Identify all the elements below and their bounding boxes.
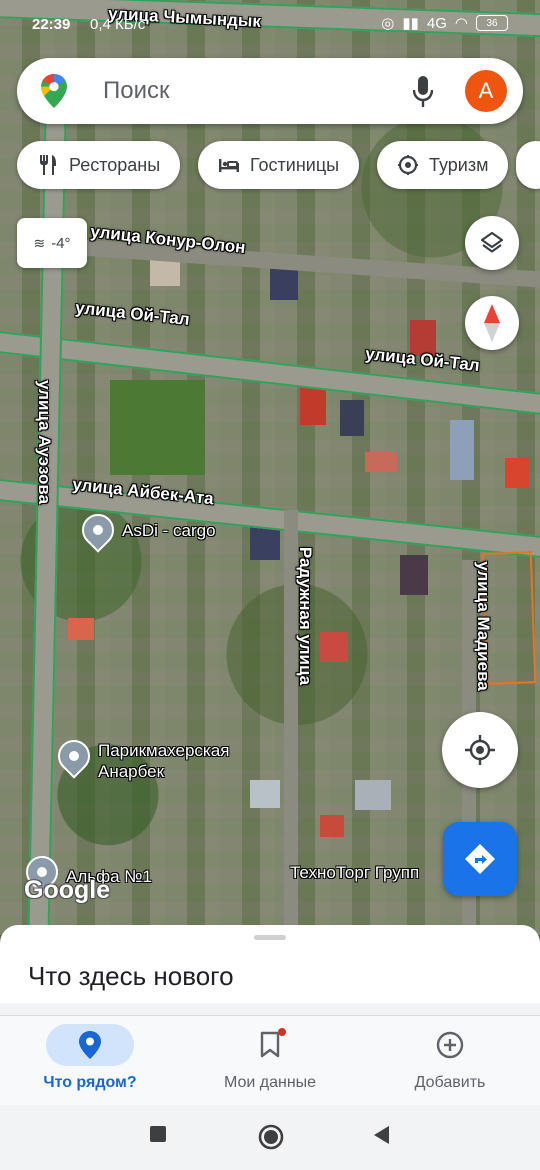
hotel-icon [219, 159, 239, 172]
roof [365, 452, 397, 472]
divider [0, 1003, 540, 1015]
place-pin-icon [51, 733, 97, 779]
bottom-sheet[interactable]: Что здесь нового [0, 925, 540, 1015]
chip-tourism[interactable]: Туризм [377, 141, 509, 189]
notification-dot [278, 1028, 286, 1036]
attraction-icon [398, 155, 418, 175]
battery-icon: 36 [476, 15, 508, 31]
sheet-title: Что здесь нового [28, 961, 234, 991]
compass-icon [484, 304, 500, 342]
status-network: 4G [426, 14, 447, 32]
search-bar[interactable]: Поиск А [17, 58, 523, 124]
back-icon[interactable] [372, 1125, 390, 1145]
roof [505, 458, 529, 488]
search-input[interactable]: Поиск [103, 77, 170, 105]
microphone-icon[interactable] [413, 76, 433, 108]
place-barbershop[interactable]: Парикмахерская Анарбек [51, 733, 258, 782]
street-label: Радужная улица [296, 546, 316, 686]
nav-pill [406, 1024, 494, 1066]
roof [340, 400, 364, 436]
recents-icon[interactable] [149, 1125, 167, 1143]
street-label: улица Мадиева [473, 561, 493, 691]
home-icon[interactable] [258, 1124, 284, 1150]
directions-button[interactable] [443, 822, 517, 896]
nav-pill [226, 1024, 314, 1066]
roof [320, 815, 344, 837]
place-label: AsDi - cargo [122, 521, 216, 540]
bookmark-icon [260, 1031, 280, 1058]
nav-contribute[interactable]: Добавить [360, 1016, 540, 1106]
account-avatar[interactable]: А [465, 70, 507, 112]
roof [355, 780, 391, 810]
signal-icon: ▮▮ [402, 15, 419, 32]
weather-temp: -4° [51, 234, 71, 252]
bottom-navigation: Что рядом? Мои данные Добавить [0, 1015, 540, 1106]
place-technotorg[interactable]: ТехноТорг Групп [290, 862, 419, 883]
nav-explore[interactable]: Что рядом? [0, 1016, 180, 1106]
place-label: Парикмахерская Анарбек [98, 741, 230, 781]
explore-pin-icon [79, 1031, 101, 1059]
nav-label: Добавить [414, 1074, 486, 1091]
roof [400, 555, 428, 595]
chip-restaurants[interactable]: Рестораны [17, 141, 181, 189]
weather-chip[interactable]: ≋ -4° [17, 218, 87, 268]
roof [250, 780, 280, 808]
place-pin-icon [75, 507, 121, 553]
chip-label: Гостиницы [250, 154, 340, 175]
nav-pill [46, 1024, 134, 1066]
place-label: ТехноТорг Групп [290, 863, 420, 882]
nav-label: Что рядом? [43, 1074, 137, 1091]
compass-button[interactable] [465, 296, 519, 350]
restaurant-icon [40, 155, 56, 175]
chip-label: Туризм [429, 154, 489, 175]
system-navigation-bar [0, 1105, 540, 1170]
sheet-drag-handle[interactable] [254, 935, 286, 940]
nav-label: Мои данные [223, 1074, 317, 1091]
roof [450, 420, 474, 480]
wifi-icon: ◠ [454, 15, 468, 32]
google-attribution-logo: Google [24, 876, 111, 904]
status-net-speed: 0,4 КБ/с [90, 16, 146, 33]
nav-saved[interactable]: Мои данные [180, 1016, 360, 1106]
chip-hotels[interactable]: Гостиницы [198, 141, 360, 189]
roof [320, 632, 348, 662]
roof [150, 260, 180, 286]
my-location-icon [465, 735, 495, 765]
status-bar: 22:39 0,4 КБ/с ◎ ▮▮ 4G ◠ 36 [0, 0, 540, 52]
alarm-icon: ◎ [381, 15, 395, 32]
roof [68, 618, 94, 640]
status-time: 22:39 [32, 16, 71, 33]
chip-label: Рестораны [69, 154, 161, 175]
street-label: улица Ой-Тал [74, 298, 191, 329]
green-field [110, 380, 205, 475]
roof [300, 385, 326, 425]
street-label: улица Ауэзова [35, 379, 55, 505]
layers-button[interactable] [465, 216, 519, 270]
place-asdi-cargo[interactable]: AsDi - cargo [75, 507, 216, 553]
add-circle-icon [436, 1031, 464, 1059]
my-location-button[interactable] [442, 712, 518, 788]
directions-icon [465, 844, 495, 874]
haze-icon: ≋ [33, 234, 46, 251]
layers-icon [480, 231, 504, 253]
google-maps-logo-icon [41, 74, 67, 108]
